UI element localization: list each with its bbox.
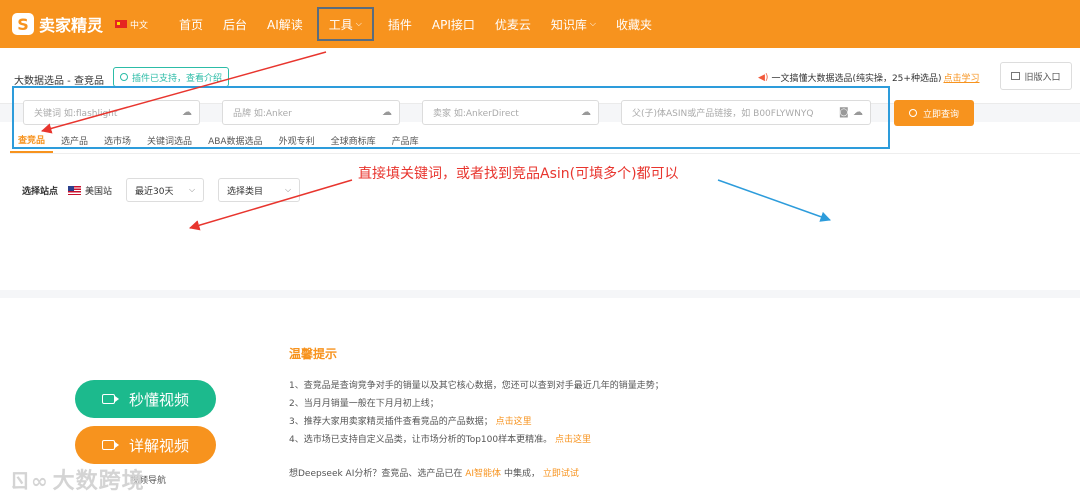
detail-video-label: 详解视频 xyxy=(128,436,189,455)
ai-promo: 想Deepseek AI分析？查竞品、选产品已在 AI智能体 中集成， 立即试试 xyxy=(289,466,579,479)
tip-item: 1、查竞品是查询竞争对手的销量以及其它核心数据，您还可以查到对手最近几年的销量走… xyxy=(289,378,664,391)
watermark: ㄖ∞ 大数跨境 xyxy=(10,463,145,495)
brand-input[interactable]: 品牌 如:Anker ☁ xyxy=(222,100,400,125)
asin-input[interactable]: 父(子)体ASIN或产品链接，如 B00FLYWNYQ ◙ ☁ xyxy=(621,100,871,125)
search-icon xyxy=(908,109,917,117)
tab-divider xyxy=(10,153,1080,154)
video-icon xyxy=(101,394,119,404)
query-button-label: 立即查询 xyxy=(922,109,959,120)
site-selector[interactable]: 美国站 xyxy=(68,184,126,197)
nav-label: 知识库 xyxy=(550,17,587,32)
ai-promo-suffix: 中集成， xyxy=(503,469,540,479)
language-selector[interactable]: 中文 xyxy=(115,18,169,31)
site-value: 美国站 xyxy=(85,186,113,197)
tip-item: 2、当月月销量一般在下月月初上线； xyxy=(289,396,439,409)
tip-item: 4、选市场已支持自定义品类，让市场分析的Top100样本更精准。 点击这里 xyxy=(289,432,591,445)
nav-label: AI解读 xyxy=(267,17,303,32)
plugin-support-badge[interactable]: 插件已支持，查看介绍 xyxy=(113,67,230,87)
tip-text: 2、当月月销量一般在下月月初上线； xyxy=(289,399,439,409)
chevron-down-icon: ⌵ xyxy=(284,185,292,194)
camera-icon[interactable]: ◙ xyxy=(839,107,850,118)
logo-icon: S xyxy=(12,13,34,35)
logo-text: 卖家精灵 xyxy=(39,16,104,35)
nav-label: 首页 xyxy=(179,17,204,32)
ai-agent-link[interactable]: AI智能体 xyxy=(465,469,501,479)
video-icon xyxy=(101,440,119,450)
quick-video-label: 秒懂视频 xyxy=(128,390,189,409)
us-flag-icon xyxy=(68,185,82,195)
language-label: 中文 xyxy=(130,20,149,31)
tips-title: 温馨提示 xyxy=(289,347,338,361)
nav-item-8[interactable]: 收藏夹 xyxy=(606,0,662,48)
nav-label: 插件 xyxy=(387,17,412,32)
nav-item-1[interactable]: 后台 xyxy=(213,0,257,48)
nav-label: API接口 xyxy=(431,17,475,32)
query-button[interactable]: 立即查询 xyxy=(894,100,974,126)
nav-item-3[interactable]: 工具 ⌵ xyxy=(316,7,374,41)
old-version-label: 旧版入口 xyxy=(1024,72,1061,83)
plugin-icon xyxy=(120,73,128,81)
upload-icon[interactable]: ☁ xyxy=(581,107,592,118)
nav-item-2[interactable]: AI解读 xyxy=(257,0,313,48)
period-select[interactable]: 最近30天 ⌵ xyxy=(126,178,205,202)
upload-icon[interactable]: ☁ xyxy=(182,107,193,118)
notice: ◀) 一文搞懂大数据选品(纯实操，25+种选品) 点击学习 xyxy=(758,71,979,85)
tip-link[interactable]: 点击这里 xyxy=(555,435,591,445)
category-value: 选择类目 xyxy=(227,186,264,197)
tip-item: 3、推荐大家用卖家精灵插件查看竞品的产品数据； 点击这里 xyxy=(289,414,532,427)
seller-input[interactable]: 卖家 如:AnkerDirect ☁ xyxy=(422,100,599,125)
filter-row: 选择站点 美国站 最近30天 ⌵ 选择类目 ⌵ xyxy=(22,178,314,202)
nav-item-5[interactable]: API接口 xyxy=(422,0,485,48)
nav-item-6[interactable]: 优麦云 xyxy=(485,0,541,48)
annotation-text: 直接填关键词，或者找到竞品Asin(可填多个)都可以 xyxy=(358,166,679,182)
info-panel: 温馨提示 1、查竞品是查询竞争对手的销量以及其它核心数据，您还可以查到对手最近几… xyxy=(0,298,1080,502)
chevron-down-icon: ⌵ xyxy=(188,185,196,194)
old-version-button[interactable]: 旧版入口 xyxy=(1000,62,1072,90)
detail-video-button[interactable]: 详解视频 xyxy=(75,426,216,464)
seller-placeholder: 卖家 如:AnkerDirect xyxy=(433,109,519,119)
nav-label: 工具 xyxy=(328,17,353,32)
keyword-input[interactable]: 关键词 如:flashlight ☁ xyxy=(23,100,200,125)
main-nav: 首页 后台 AI解读 工具 ⌵ 插件 API接口 优麦云 知识库 ⌵ 收藏夹 xyxy=(169,0,662,48)
period-value: 最近30天 xyxy=(135,186,174,197)
breadcrumb: 大数据选品 - 查竞品 xyxy=(14,76,104,87)
nav-label: 优麦云 xyxy=(494,17,531,32)
watermark-text: 大数跨境 xyxy=(52,469,145,494)
watermark-logo-icon: ㄖ∞ xyxy=(10,468,49,493)
notice-text: 一文搞懂大数据选品(纯实操，25+种选品) xyxy=(771,74,942,84)
tip-text: 1、查竞品是查询竞争对手的销量以及其它核心数据，您还可以查到对手最近几年的销量走… xyxy=(289,381,664,391)
ai-promo-text: 想Deepseek AI分析？查竞品、选产品已在 xyxy=(289,469,463,479)
tip-text: 3、推荐大家用卖家精灵插件查看竞品的产品数据； xyxy=(289,417,493,427)
nav-item-7[interactable]: 知识库 ⌵ xyxy=(541,0,606,48)
notice-link[interactable]: 点击学习 xyxy=(943,71,979,84)
site-label: 选择站点 xyxy=(22,186,59,197)
try-now-link[interactable]: 立即试试 xyxy=(543,469,579,479)
tip-link[interactable]: 点击这里 xyxy=(496,417,532,427)
chevron-down-icon: ⌵ xyxy=(589,19,596,28)
plugin-badge-label: 插件已支持，查看介绍 xyxy=(132,73,223,84)
chevron-down-icon: ⌵ xyxy=(355,19,362,28)
nav-item-0[interactable]: 首页 xyxy=(169,0,213,48)
brand-placeholder: 品牌 如:Anker xyxy=(233,109,292,119)
category-select[interactable]: 选择类目 ⌵ xyxy=(218,178,301,202)
upload-icon[interactable]: ☁ xyxy=(853,107,864,118)
logo[interactable]: S 卖家精灵 xyxy=(12,12,112,36)
tip-text: 4、选市场已支持自定义品类，让市场分析的Top100样本更精准。 xyxy=(289,435,553,445)
china-flag-icon xyxy=(115,20,127,28)
nav-label: 收藏夹 xyxy=(616,17,653,32)
exit-icon xyxy=(1011,72,1021,80)
speaker-icon: ◀) xyxy=(758,72,769,83)
quick-video-button[interactable]: 秒懂视频 xyxy=(75,380,216,418)
nav-label: 后台 xyxy=(223,17,248,32)
nav-item-4[interactable]: 插件 xyxy=(378,0,422,48)
keyword-placeholder: 关键词 如:flashlight xyxy=(34,109,118,119)
asin-placeholder: 父(子)体ASIN或产品链接，如 B00FLYWNYQ xyxy=(632,109,814,119)
top-navbar: S 卖家精灵 中文 首页 后台 AI解读 工具 ⌵ 插件 API接口 优麦云 知识库 ⌵ 收藏夹 xyxy=(0,0,1080,48)
upload-icon[interactable]: ☁ xyxy=(382,107,393,118)
